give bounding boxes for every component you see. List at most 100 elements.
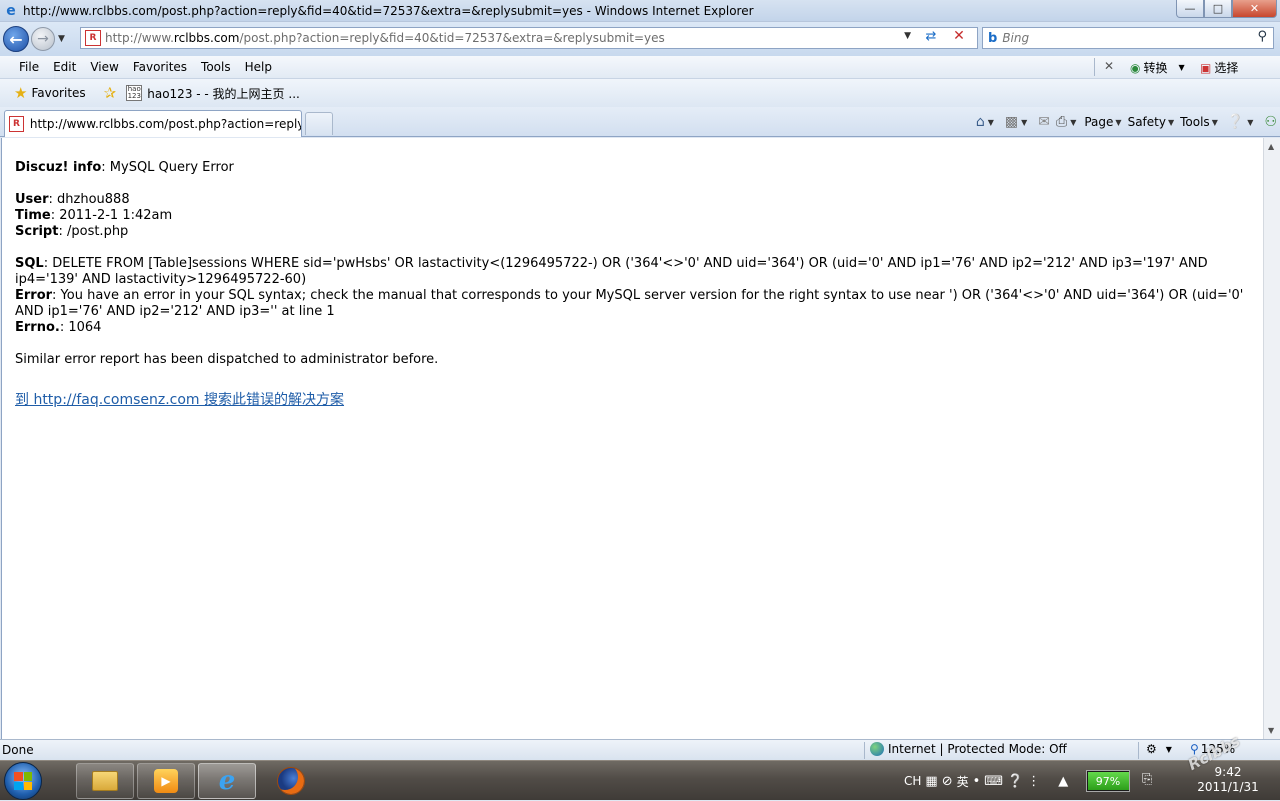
address-dropdown-icon[interactable]: ▼ xyxy=(904,31,911,41)
research-icon[interactable]: ⚇ xyxy=(1264,114,1277,130)
internet-explorer-icon: e xyxy=(218,766,236,796)
ime-icon[interactable]: ▦ xyxy=(925,774,937,789)
menu-file[interactable]: File xyxy=(12,60,46,74)
ime-help-icon[interactable]: ❔ xyxy=(1007,774,1023,789)
tab-bar: R http://www.rclbbs.com/post.php?action=… xyxy=(0,107,1280,137)
site-favicon: R xyxy=(9,116,24,132)
ime-mode-label[interactable]: 英 xyxy=(957,773,969,790)
popup-blocker-icon[interactable]: ⚙ ▼ xyxy=(1146,742,1172,756)
back-button[interactable]: ← xyxy=(3,26,29,52)
refresh-icon[interactable]: ⇄ xyxy=(921,29,941,47)
security-zone[interactable]: Internet | Protected Mode: Off xyxy=(870,742,1067,756)
menu-view[interactable]: View xyxy=(83,60,125,74)
taskbar-ie-button[interactable]: e xyxy=(198,763,256,799)
firefox-icon xyxy=(277,767,305,795)
chevron-down-icon: ▼ xyxy=(1211,117,1218,127)
stop-icon[interactable]: ✕ xyxy=(949,28,969,48)
tab-label: http://www.rclbbs.com/post.php?action=re… xyxy=(29,117,301,131)
folder-icon xyxy=(92,771,118,791)
menu-separator xyxy=(1094,58,1095,76)
page-menu-button[interactable]: Page ▼ xyxy=(1084,115,1121,129)
dispatch-note: Similar error report has been dispatched… xyxy=(15,352,439,367)
scroll-down-icon[interactable]: ▼ xyxy=(1268,726,1274,735)
translate-close-icon[interactable]: ✕ xyxy=(1104,59,1114,73)
window-title: http://www.rclbbs.com/post.php?action=re… xyxy=(23,3,754,18)
menu-edit[interactable]: Edit xyxy=(46,60,83,74)
show-hidden-icons-icon[interactable]: ▲ xyxy=(1058,774,1068,789)
error-number: Errno.: 1064 xyxy=(15,320,102,335)
minimize-button[interactable]: — xyxy=(1176,0,1204,18)
clock-date: 2011/1/31 xyxy=(1197,780,1259,794)
translate-globe-icon: ◉ xyxy=(1130,60,1141,75)
battery-indicator[interactable]: 97% xyxy=(1086,770,1130,792)
tab-active[interactable]: R http://www.rclbbs.com/post.php?action=… xyxy=(4,110,302,137)
chevron-down-icon[interactable]: ▼ xyxy=(1247,118,1253,127)
windows-logo-icon xyxy=(14,772,32,790)
convert-button[interactable]: ◉ 转换 ▼ xyxy=(1130,59,1185,76)
safety-menu-button[interactable]: Safety ▼ xyxy=(1128,115,1175,129)
hao123-icon: hao 123 xyxy=(126,85,143,101)
forward-button[interactable]: → xyxy=(31,27,55,51)
chevron-down-icon[interactable]: ▼ xyxy=(1070,118,1076,127)
new-tab-button[interactable] xyxy=(305,112,333,135)
vertical-scrollbar[interactable]: ▲ ▼ xyxy=(1263,138,1280,739)
window-controls: — □ ✕ xyxy=(1176,0,1277,18)
tools-menu-button[interactable]: Tools ▼ xyxy=(1180,115,1218,129)
rss-feed-icon[interactable]: ▩ xyxy=(1005,114,1018,130)
menu-help[interactable]: Help xyxy=(238,60,279,74)
internet-globe-icon xyxy=(870,742,884,756)
select-button[interactable]: ▣ 选择 xyxy=(1200,59,1238,76)
search-input[interactable] xyxy=(1002,31,1243,45)
menu-bar: File Edit View Favorites Tools Help ✕ ◉ 转… xyxy=(0,56,1280,79)
star-icon: ★ xyxy=(14,84,28,102)
home-icon[interactable]: ⌂ xyxy=(976,114,985,130)
recent-pages-dropdown[interactable]: ▼ xyxy=(58,34,70,44)
taskbar: ▶ e CH ▦ ⊘ 英 • ⌨ ❔ ⋮ ▲ 97% ⎘ 9:42 2011/1… xyxy=(0,760,1280,800)
address-url[interactable]: http://www.rclbbs.com/post.php?action=re… xyxy=(105,31,665,45)
error-sql: SQL: DELETE FROM [Table]sessions WHERE s… xyxy=(15,256,1208,287)
taskbar-firefox-button[interactable] xyxy=(262,763,320,799)
language-indicator[interactable]: CH xyxy=(904,774,921,788)
power-plug-icon[interactable]: ⎘ xyxy=(1142,772,1152,787)
chevron-down-icon: ▼ xyxy=(1115,117,1122,127)
search-box[interactable]: b ⚲ xyxy=(982,27,1274,49)
punctuation-icon[interactable]: • xyxy=(973,774,981,789)
print-icon[interactable]: ⎙ xyxy=(1056,114,1067,130)
navigation-bar: ← → ▼ R http://www.rclbbs.com/post.php?a… xyxy=(0,22,1280,56)
search-icon[interactable]: ⚲ xyxy=(1257,29,1267,44)
taskbar-media-player-button[interactable]: ▶ xyxy=(137,763,195,799)
address-bar[interactable]: R http://www.rclbbs.com/post.php?action=… xyxy=(80,27,978,49)
maximize-button[interactable]: □ xyxy=(1204,0,1232,18)
status-separator xyxy=(864,742,865,759)
chevron-down-icon[interactable]: ▼ xyxy=(1021,118,1027,127)
add-favorite-icon[interactable]: ✰ xyxy=(104,84,117,102)
chevron-down-icon: ▼ xyxy=(1178,63,1185,72)
scroll-up-icon[interactable]: ▲ xyxy=(1268,142,1274,151)
chevron-down-icon[interactable]: ▼ xyxy=(988,118,994,127)
start-button[interactable] xyxy=(4,762,42,800)
ime-disabled-icon[interactable]: ⊘ xyxy=(942,774,953,789)
soft-keyboard-icon[interactable]: ⌨ xyxy=(984,774,1003,789)
battery-percent: 97% xyxy=(1095,774,1121,788)
favorites-bar: ★ Favorites ✰ hao 123 hao123 - - 我的上网主页 ..… xyxy=(0,79,1280,107)
status-separator xyxy=(1138,742,1139,759)
faq-search-link[interactable]: 到 http://faq.comsenz.com 搜索此错误的解决方案 xyxy=(15,392,344,408)
close-button[interactable]: ✕ xyxy=(1232,0,1277,18)
media-player-icon: ▶ xyxy=(154,769,178,793)
favorite-link-hao123[interactable]: hao 123 hao123 - - 我的上网主页 ... xyxy=(126,85,300,102)
menu-favorites[interactable]: Favorites xyxy=(126,60,194,74)
bing-icon: b xyxy=(988,30,998,46)
favorites-button[interactable]: ★ Favorites xyxy=(14,84,86,102)
status-bar: Done Internet | Protected Mode: Off ⚙ ▼ ⚲… xyxy=(0,739,1280,760)
read-mail-icon[interactable]: ✉ xyxy=(1038,114,1050,130)
site-favicon: R xyxy=(85,30,101,46)
error-title: Discuz! info: MySQL Query Error xyxy=(15,160,234,175)
error-user: User: dhzhou888 xyxy=(15,192,130,207)
chevron-down-icon: ▼ xyxy=(1167,117,1175,127)
error-message: Error: You have an error in your SQL syn… xyxy=(15,288,1244,319)
title-bar: e http://www.rclbbs.com/post.php?action=… xyxy=(0,0,1280,22)
taskbar-explorer-button[interactable] xyxy=(76,763,134,799)
menu-tools[interactable]: Tools xyxy=(194,60,238,74)
help-icon[interactable]: ❔ xyxy=(1227,114,1244,130)
ime-options-icon[interactable]: ⋮ xyxy=(1027,774,1040,789)
